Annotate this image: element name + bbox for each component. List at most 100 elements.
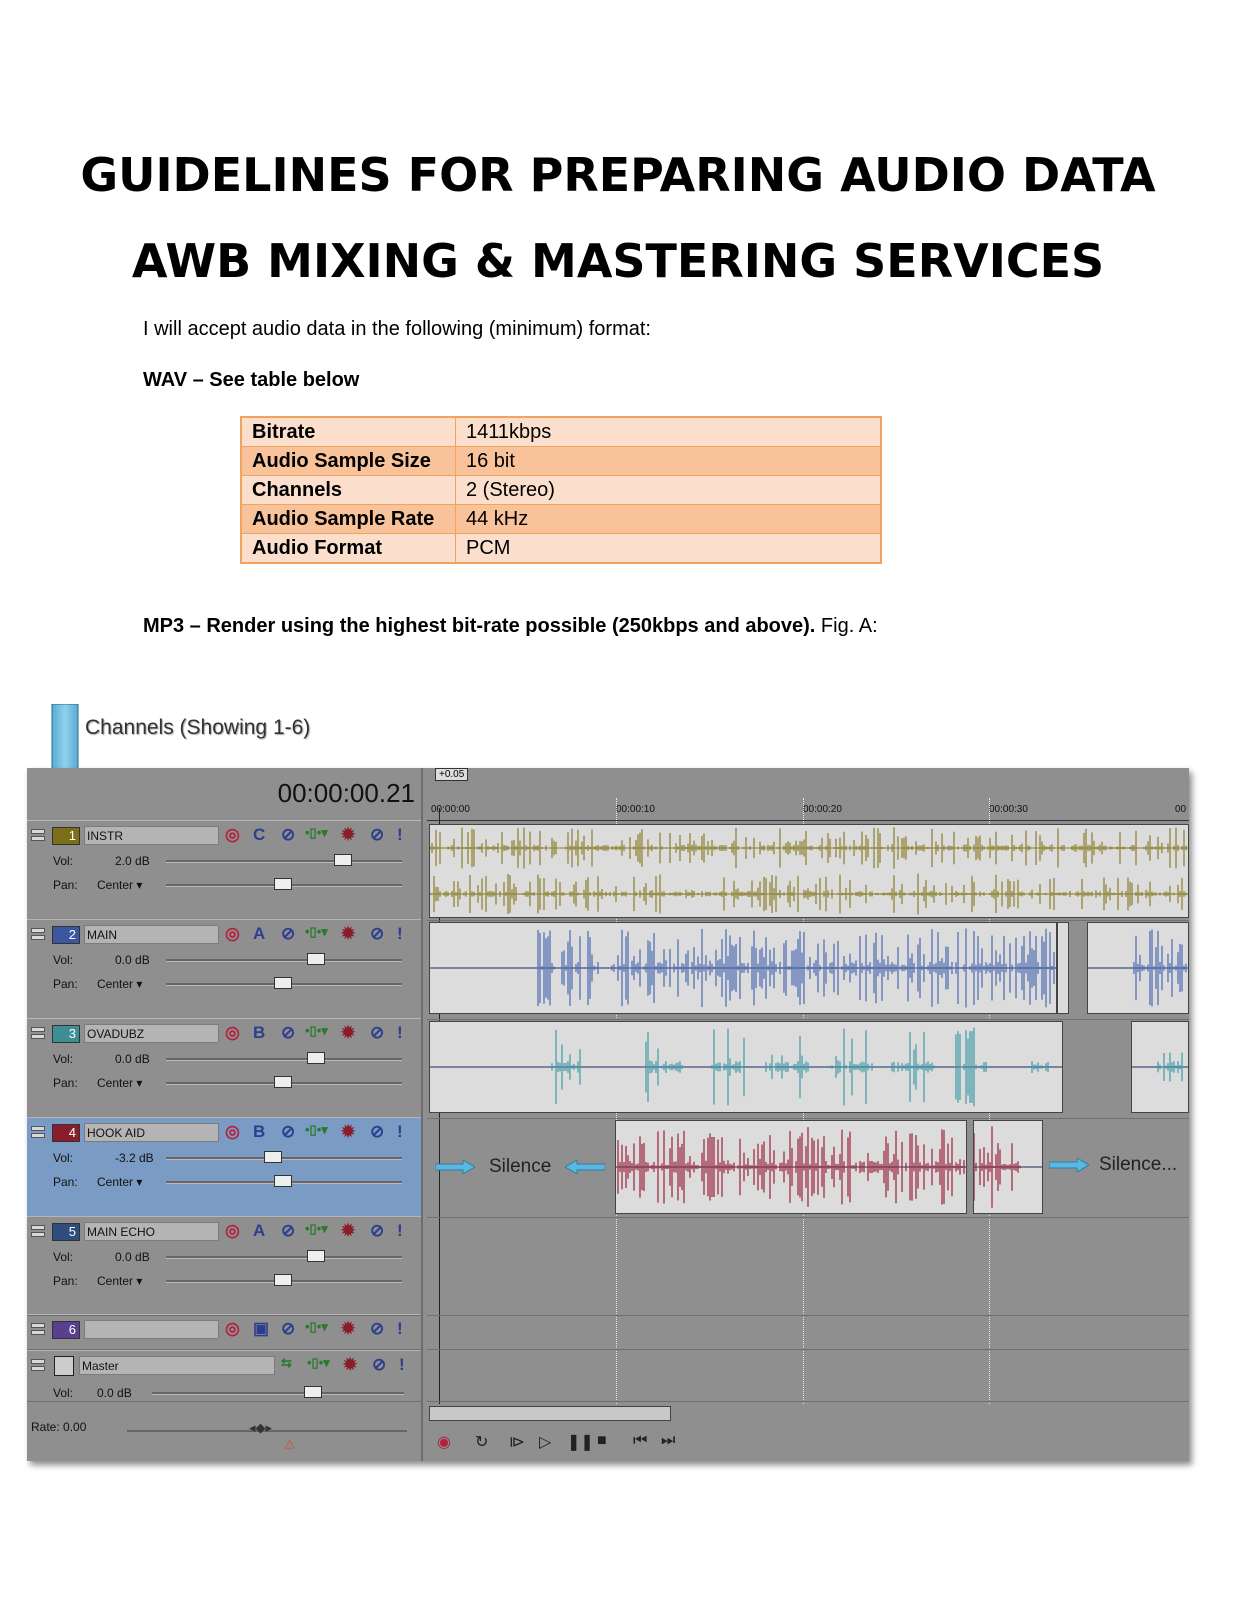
slider-handle[interactable] [307,953,325,965]
vol-slider[interactable] [166,854,402,866]
invert-phase-icon[interactable]: ⊘ [281,1122,295,1142]
fx-chain-icon[interactable]: •▯•▾ [307,1355,330,1371]
solo-icon[interactable]: ! [397,1221,403,1241]
record-arm-icon[interactable]: ◎ [225,1023,240,1043]
time-ruler[interactable]: 00:00:00 00:00:10 00:00:20 00:00:30 00 [427,798,1189,821]
record-arm-icon[interactable]: ◎ [225,825,240,845]
master-vol-slider[interactable] [152,1386,404,1398]
mute-icon[interactable]: ⊘ [370,1122,384,1142]
pan-slider[interactable] [166,1274,402,1286]
track-name-field[interactable]: MAIN [84,925,219,944]
mute-icon[interactable]: ⊘ [370,1023,384,1043]
mute-icon[interactable]: ⊘ [370,924,384,944]
track-name-field[interactable]: HOOK AID [84,1123,219,1142]
pan-value[interactable]: Center ▾ [97,1175,142,1189]
track-letter[interactable]: C [253,825,265,845]
track-name-field[interactable]: INSTR [84,826,219,845]
track-fx-gear-icon[interactable]: ✹ [341,1319,355,1339]
pan-value[interactable]: Center ▾ [97,1076,142,1090]
track-fx-gear-icon[interactable]: ✹ [341,1221,355,1241]
track-minimize-icon[interactable] [31,928,45,944]
track-6-header[interactable]: 6 ◎ ▣ ⊘ •▯•▾ ✹ ⊘ ! [27,1314,421,1350]
horizontal-scrollbar[interactable] [429,1406,671,1421]
master-name-field[interactable]: Master [79,1356,275,1375]
audio-clip[interactable] [1087,922,1189,1014]
pan-value[interactable]: Center ▾ [97,1274,142,1288]
slider-handle[interactable] [274,878,292,890]
slider-handle[interactable] [334,854,352,866]
go-to-end-icon[interactable]: ⏭ [661,1432,675,1450]
stop-icon[interactable]: ■ [597,1432,607,1450]
fx-chain-icon[interactable]: •▯•▾ [305,1221,328,1237]
track-letter[interactable]: B [253,1122,265,1142]
pan-value[interactable]: Center ▾ [97,878,142,892]
track-fx-gear-icon[interactable]: ✹ [343,1355,357,1375]
slider-handle[interactable] [307,1052,325,1064]
track-minimize-icon[interactable] [31,1323,45,1339]
track-name-field[interactable] [84,1320,219,1339]
vol-slider[interactable] [166,1250,402,1262]
pan-slider[interactable] [166,878,402,890]
track-1-header[interactable]: 1 INSTR ◎ C ⊘ •▯•▾ ✹ ⊘! Vol: 2.0 dB Pan: Center ▾ [27,820,421,920]
track-minimize-icon[interactable] [31,1027,45,1043]
fx-chain-icon[interactable]: •▯•▾ [305,1319,328,1335]
solo-icon[interactable]: ! [399,1355,405,1375]
fx-chain-icon[interactable]: •▯•▾ [305,1023,328,1039]
invert-phase-icon[interactable]: ⊘ [281,1319,295,1339]
vol-slider[interactable] [166,1151,402,1163]
fx-chain-icon[interactable]: •▯•▾ [305,924,328,940]
record-arm-icon[interactable]: ◎ [225,1122,240,1142]
audio-clip[interactable] [429,824,1189,918]
vol-slider[interactable] [166,1052,402,1064]
vol-slider[interactable] [166,953,402,965]
rate-knob-icon[interactable]: ◂◆▸ [249,1420,272,1436]
loop-icon[interactable]: ↻ [475,1432,488,1452]
track-4-header[interactable]: 4 HOOK AID ◎ B ⊘ •▯•▾ ✹ ⊘! Vol: -3.2 dB Pan: Center… [27,1117,421,1217]
slider-handle[interactable] [274,977,292,989]
go-to-start-icon[interactable]: ⏮ [633,1432,647,1450]
track-fx-gear-icon[interactable]: ✹ [341,924,355,944]
fx-chain-icon[interactable]: •▯•▾ [305,825,328,841]
record-arm-icon[interactable]: ◎ [225,924,240,944]
invert-phase-icon[interactable]: ⊘ [281,924,295,944]
track-letter[interactable]: A [253,924,265,944]
slider-handle[interactable] [274,1274,292,1286]
audio-clip[interactable] [1057,922,1069,1014]
fx-chain-icon[interactable]: •▯•▾ [305,1122,328,1138]
solo-icon[interactable]: ! [397,825,403,845]
track-fx-gear-icon[interactable]: ✹ [341,825,355,845]
track-2-header[interactable]: 2 MAIN ◎ A ⊘ •▯•▾ ✹ ⊘! Vol: 0.0 dB Pan: Center ▾ [27,919,421,1019]
track-name-field[interactable]: OVADUBZ [84,1024,219,1043]
solo-icon[interactable]: ! [397,1319,403,1339]
track-minimize-icon[interactable] [31,1126,45,1142]
play-from-start-icon[interactable]: ⧐ [509,1432,525,1452]
slider-handle[interactable] [307,1250,325,1262]
pan-value[interactable]: Center ▾ [97,977,142,991]
track-fx-gear-icon[interactable]: ✹ [341,1023,355,1043]
record-icon[interactable]: ◉ [437,1432,451,1452]
mute-icon[interactable]: ⊘ [372,1355,386,1375]
automation-icon[interactable]: ▣ [253,1319,269,1339]
audio-clip[interactable] [429,922,1057,1014]
track-name-field[interactable]: MAIN ECHO [84,1222,219,1241]
track-5-header[interactable]: 5 MAIN ECHO ◎ A ⊘ •▯•▾ ✹ ⊘! Vol: 0.0 dB Pan: Center… [27,1216,421,1316]
master-header[interactable]: Master ⇆ •▯•▾ ✹ ⊘ ! Vol: 0.0 dB [27,1350,421,1402]
pan-slider[interactable] [166,1076,402,1088]
pan-slider[interactable] [166,977,402,989]
track-minimize-icon[interactable] [31,1359,45,1375]
slider-handle[interactable] [264,1151,282,1163]
master-routing-icon[interactable]: ⇆ [281,1355,292,1371]
solo-icon[interactable]: ! [397,1023,403,1043]
solo-icon[interactable]: ! [397,1122,403,1142]
invert-phase-icon[interactable]: ⊘ [281,825,295,845]
audio-clip[interactable] [615,1120,967,1214]
pan-slider[interactable] [166,1175,402,1187]
track-minimize-icon[interactable] [31,1225,45,1241]
solo-icon[interactable]: ! [397,924,403,944]
track-letter[interactable]: A [253,1221,265,1241]
slider-handle[interactable] [304,1386,322,1398]
slider-handle[interactable] [274,1175,292,1187]
invert-phase-icon[interactable]: ⊘ [281,1221,295,1241]
pause-icon[interactable]: ❚❚ [567,1432,594,1452]
record-arm-icon[interactable]: ◎ [225,1319,240,1339]
